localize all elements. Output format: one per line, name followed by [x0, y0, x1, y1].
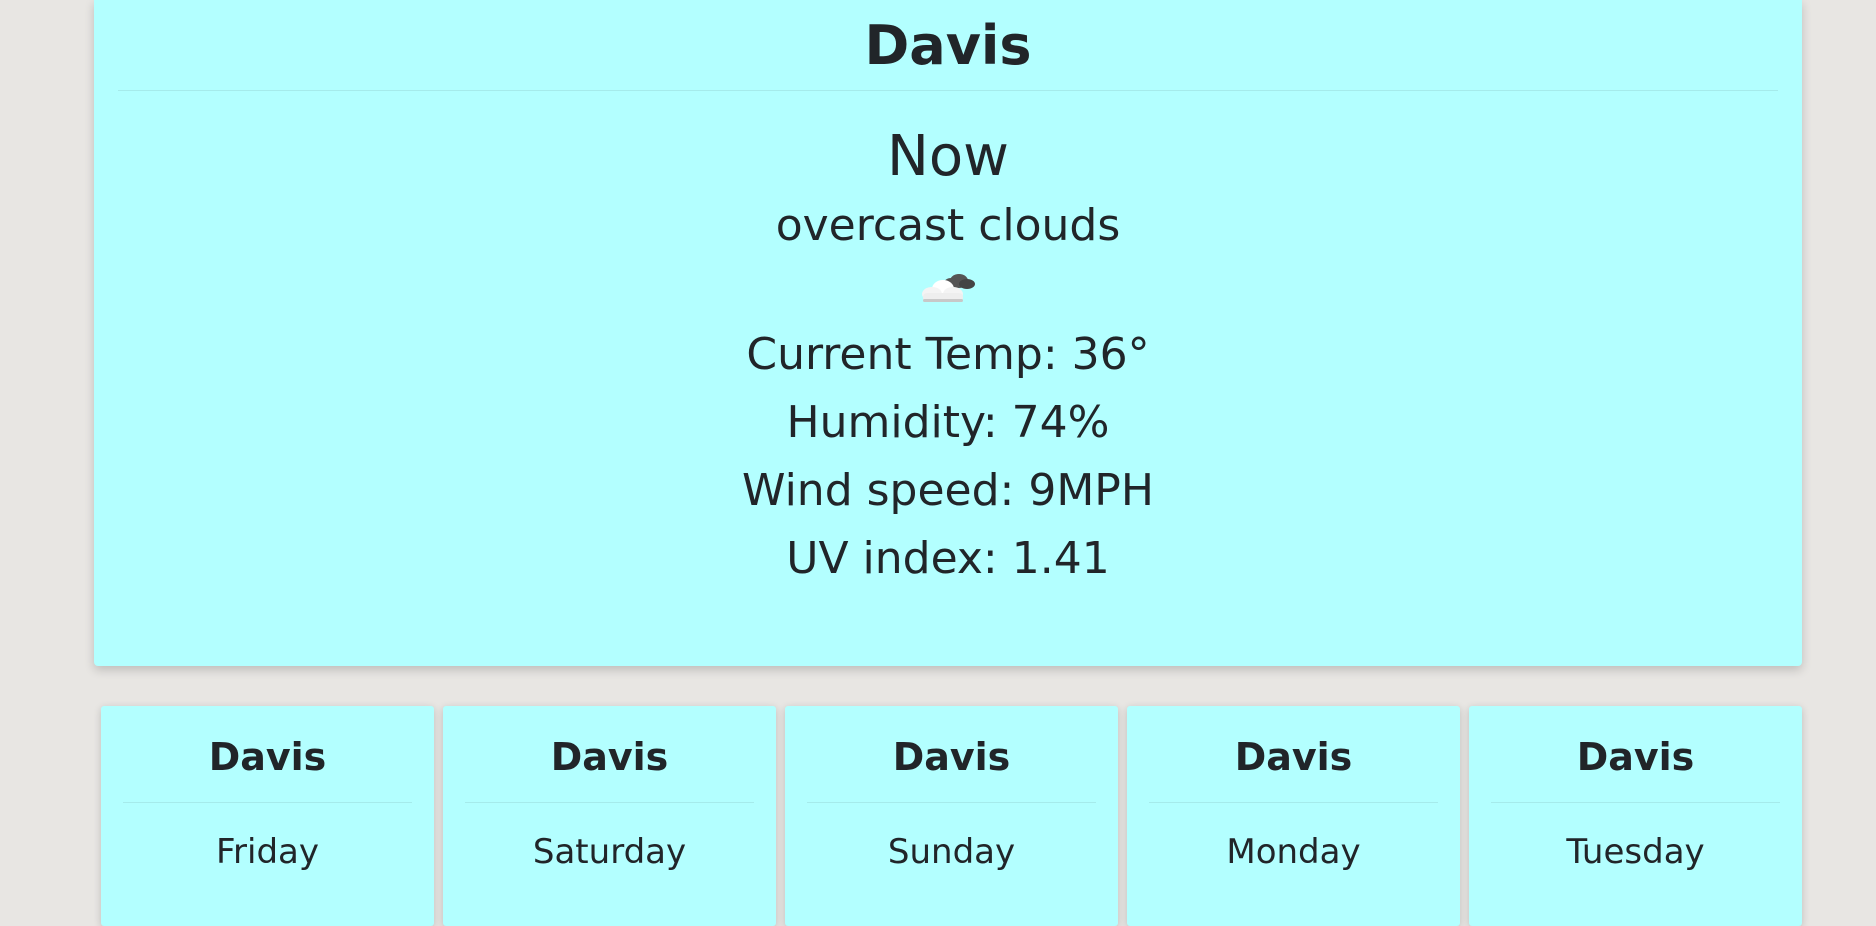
weather-condition: overcast clouds: [775, 200, 1121, 251]
forecast-card: Davis Saturday: [443, 706, 776, 926]
forecast-city: Davis: [208, 735, 327, 779]
forecast-city: Davis: [1234, 735, 1353, 779]
forecast-card: Davis Tuesday: [1469, 706, 1802, 926]
current-stats: Current Temp: 36° Humidity: 74% Wind spe…: [94, 321, 1802, 593]
overcast-clouds-icon: [913, 267, 983, 307]
forecast-city: Davis: [1576, 735, 1695, 779]
card-divider: [118, 90, 1778, 91]
forecast-day: Saturday: [532, 832, 687, 872]
wind-speed: Wind speed: 9MPH: [742, 465, 1154, 516]
forecast-row: Davis Friday Davis Saturday Davis Sunday…: [101, 706, 1803, 926]
forecast-city: Davis: [550, 735, 669, 779]
uv-index: UV index: 1.41: [786, 533, 1110, 584]
forecast-day: Sunday: [887, 832, 1016, 872]
current-temp: Current Temp: 36°: [746, 329, 1150, 380]
forecast-city: Davis: [892, 735, 1011, 779]
current-city-title: Davis: [864, 14, 1032, 77]
forecast-card: Davis Sunday: [785, 706, 1118, 926]
now-heading: Now: [887, 124, 1009, 189]
forecast-day: Tuesday: [1566, 832, 1705, 872]
forecast-card: Davis Monday: [1127, 706, 1460, 926]
forecast-card: Davis Friday: [101, 706, 434, 926]
forecast-day: Friday: [215, 832, 320, 872]
humidity: Humidity: 74%: [786, 397, 1110, 448]
current-weather-card: Davis Now overcast clouds Current Temp: …: [94, 0, 1802, 666]
forecast-day: Monday: [1226, 832, 1361, 872]
